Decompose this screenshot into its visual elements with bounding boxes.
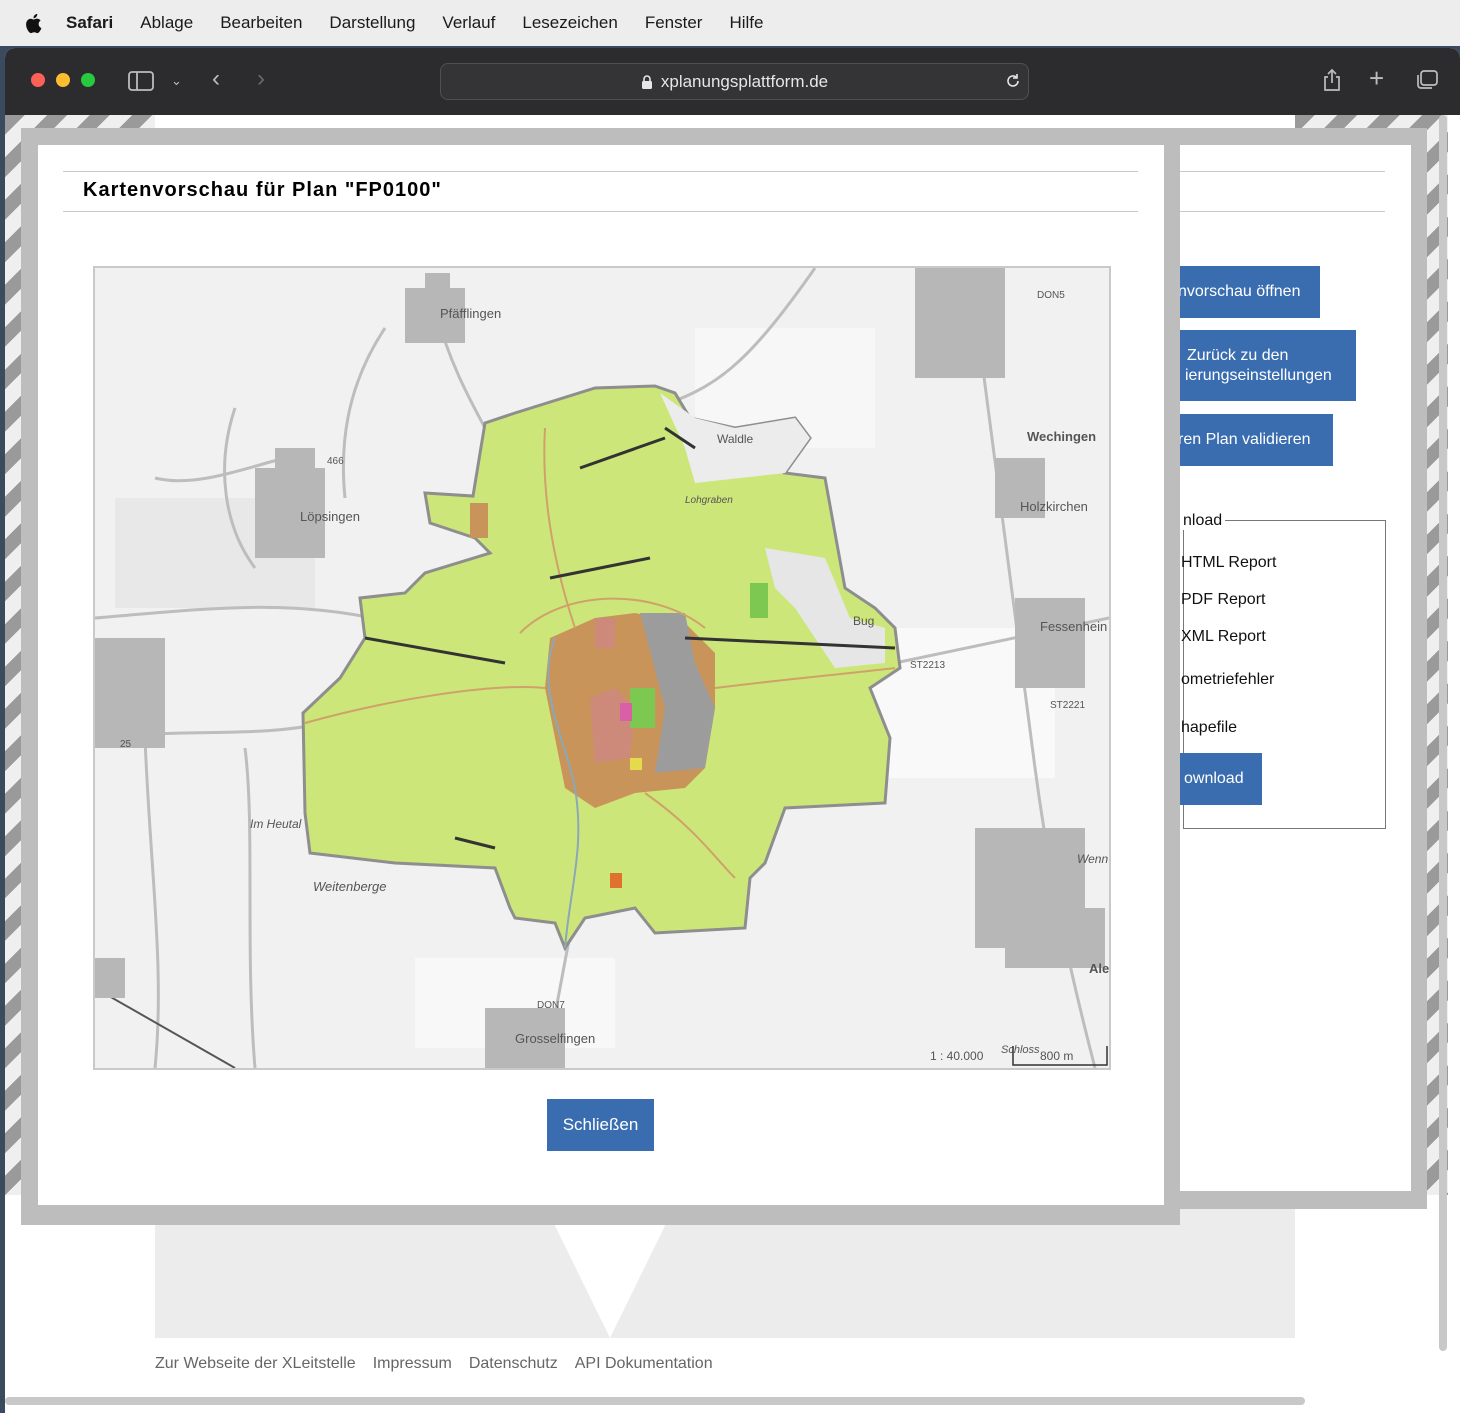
- map-canvas: Pfäfflingen Löpsingen Wechingen Holzkirc…: [95, 268, 1109, 1068]
- menu-lesezeichen[interactable]: Lesezeichen: [522, 13, 617, 33]
- menu-darstellung[interactable]: Darstellung: [329, 13, 415, 33]
- map-road-don7: DON7: [537, 1000, 565, 1011]
- map-scale-ratio: 1 : 40.000: [930, 1049, 984, 1063]
- map-road-25: 25: [120, 739, 132, 750]
- footer-links: Zur Webseite der XLeitstelle Impressum D…: [155, 1355, 730, 1373]
- zoom-window-button[interactable]: [81, 73, 95, 87]
- footer-link-datenschutz[interactable]: Datenschutz: [469, 1355, 558, 1373]
- browser-window: ⌄ ‹ › xplanungsplattform.de + Zur Websei…: [5, 48, 1460, 1413]
- menu-bearbeiten[interactable]: Bearbeiten: [220, 13, 302, 33]
- chevron-down-icon[interactable]: ⌄: [171, 71, 182, 91]
- option-xml-report[interactable]: XML Report: [1181, 628, 1266, 646]
- menu-app-safari[interactable]: Safari: [66, 13, 113, 33]
- lock-icon: [641, 74, 652, 89]
- close-window-button[interactable]: [31, 73, 45, 87]
- map-label-lohgraben: Lohgraben: [685, 495, 733, 506]
- footer-link-api[interactable]: API Dokumentation: [575, 1355, 713, 1373]
- map-label-im-heutal: Im Heutal: [250, 817, 302, 831]
- map-label-weitenberge: Weitenberge: [313, 879, 386, 894]
- forward-icon[interactable]: ›: [257, 67, 265, 91]
- map-label-loepsingen: Löpsingen: [300, 509, 360, 524]
- map-road-don5: DON5: [1037, 290, 1065, 301]
- option-pdf-report[interactable]: PDF Report: [1181, 591, 1265, 609]
- menu-hilfe[interactable]: Hilfe: [729, 13, 763, 33]
- map-label-bug: Bug: [853, 614, 874, 628]
- map-road-st2213: ST2213: [910, 660, 945, 671]
- option-geometry-errors[interactable]: ometriefehler: [1181, 671, 1274, 689]
- option-html-report[interactable]: HTML Report: [1181, 554, 1276, 572]
- map-road-st2221: ST2221: [1050, 700, 1085, 711]
- apple-menu[interactable]: [0, 13, 66, 34]
- minimize-window-button[interactable]: [56, 73, 70, 87]
- map-preview-modal: Kartenvorschau für Plan "FP0100" Pfäffli…: [38, 145, 1164, 1205]
- macos-menubar: Safari Ablage Bearbeiten Darstellung Ver…: [0, 0, 1460, 46]
- map-label-waldle: Waldle: [717, 432, 754, 446]
- divider: [63, 171, 1138, 172]
- reload-icon[interactable]: [1005, 73, 1021, 89]
- download-fieldset: nload HTML Report PDF Report XML Report …: [1139, 512, 1386, 829]
- divider: [63, 211, 1138, 212]
- vertical-scrollbar[interactable]: [1439, 115, 1447, 1351]
- share-icon[interactable]: [1322, 68, 1342, 96]
- close-button[interactable]: Schließen: [547, 1099, 654, 1151]
- web-content: Zur Webseite der XLeitstelle Impressum D…: [5, 115, 1448, 1413]
- sidebar-toggle-icon[interactable]: [128, 71, 154, 95]
- menu-verlauf[interactable]: Verlauf: [442, 13, 495, 33]
- modal-title: Kartenvorschau für Plan "FP0100": [83, 179, 442, 201]
- map-scale-label: 800 m: [1040, 1049, 1073, 1063]
- map-preview[interactable]: Pfäfflingen Löpsingen Wechingen Holzkirc…: [93, 266, 1111, 1070]
- map-label-schloss: Schloss: [1001, 1044, 1040, 1056]
- footer-link-impressum[interactable]: Impressum: [373, 1355, 452, 1373]
- back-icon[interactable]: ‹: [212, 67, 220, 91]
- url-text: xplanungsplattform.de: [660, 71, 829, 91]
- menu-fenster[interactable]: Fenster: [645, 13, 703, 33]
- horizontal-scrollbar[interactable]: [5, 1397, 1305, 1405]
- map-label-fessenheim: Fessenhein: [1040, 619, 1107, 634]
- address-bar[interactable]: xplanungsplattform.de: [440, 63, 1029, 100]
- map-label-grosselfingen: Grosselfingen: [515, 1031, 595, 1046]
- map-road-466: 466: [327, 456, 344, 467]
- map-label-ale: Ale: [1089, 961, 1109, 976]
- map-label-wenn: Wenn: [1077, 852, 1108, 866]
- new-tab-icon[interactable]: +: [1369, 65, 1384, 91]
- download-legend: nload: [1183, 512, 1226, 530]
- apple-icon: [26, 13, 42, 33]
- map-label-wechingen: Wechingen: [1027, 429, 1096, 444]
- footer-link-xleitstelle[interactable]: Zur Webseite der XLeitstelle: [155, 1355, 356, 1373]
- tab-overview-icon[interactable]: [1416, 70, 1438, 94]
- browser-toolbar: ⌄ ‹ › xplanungsplattform.de +: [5, 48, 1460, 115]
- map-label-pfaefflingen: Pfäfflingen: [440, 306, 501, 321]
- menu-ablage[interactable]: Ablage: [140, 13, 193, 33]
- map-label-holzkirchen: Holzkirchen: [1020, 499, 1088, 514]
- option-shapefile[interactable]: hapefile: [1181, 719, 1237, 737]
